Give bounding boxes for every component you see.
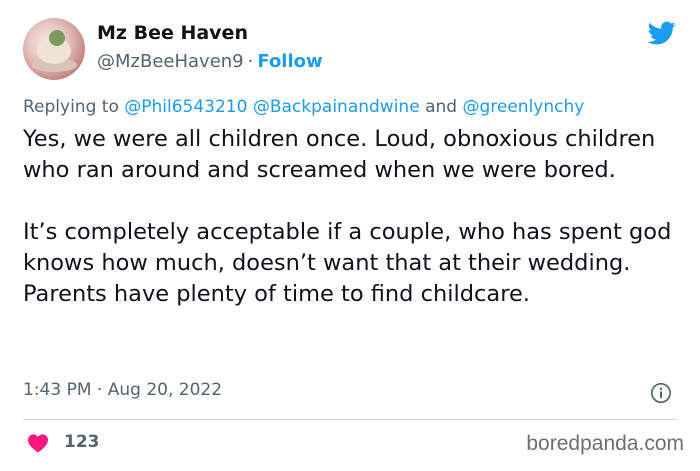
info-icon[interactable] (650, 382, 672, 404)
mention-joiner: and (425, 97, 458, 117)
avatar[interactable] (23, 18, 85, 80)
author-handle-row: @MzBeeHaven9 · Follow (97, 51, 323, 72)
tweet-timestamp[interactable]: 1:43 PM · Aug 20, 2022 (23, 380, 222, 400)
author-handle[interactable]: @MzBeeHaven9 (97, 51, 244, 72)
tweet-time: 1:43 PM (23, 380, 92, 400)
separator-dot: · (247, 51, 254, 72)
like-count: 123 (64, 432, 100, 452)
heart-icon[interactable] (27, 433, 49, 453)
tweet-paragraph: Yes, we were all children once. Loud, ob… (23, 126, 656, 183)
tweet-date: Aug 20, 2022 (107, 380, 223, 400)
follow-button[interactable]: Follow (257, 51, 322, 72)
author-name[interactable]: Mz Bee Haven (97, 22, 248, 44)
mention-link[interactable]: @Phil6543210 (124, 97, 247, 117)
tweet-text: Yes, we were all children once. Loud, ob… (23, 124, 673, 310)
replying-to-line: Replying to @Phil6543210 @Backpainandwin… (23, 97, 584, 117)
watermark: boredpanda.com (526, 432, 684, 455)
mention-link[interactable]: @greenlynchy (462, 97, 584, 117)
mention-link[interactable]: @Backpainandwine (253, 97, 420, 117)
divider (23, 419, 677, 420)
replying-to-prefix: Replying to (23, 97, 119, 117)
separator-dot: · (96, 380, 103, 400)
tweet-paragraph: It’s completely acceptable if a couple, … (23, 219, 672, 307)
twitter-bird-icon[interactable] (646, 19, 678, 47)
